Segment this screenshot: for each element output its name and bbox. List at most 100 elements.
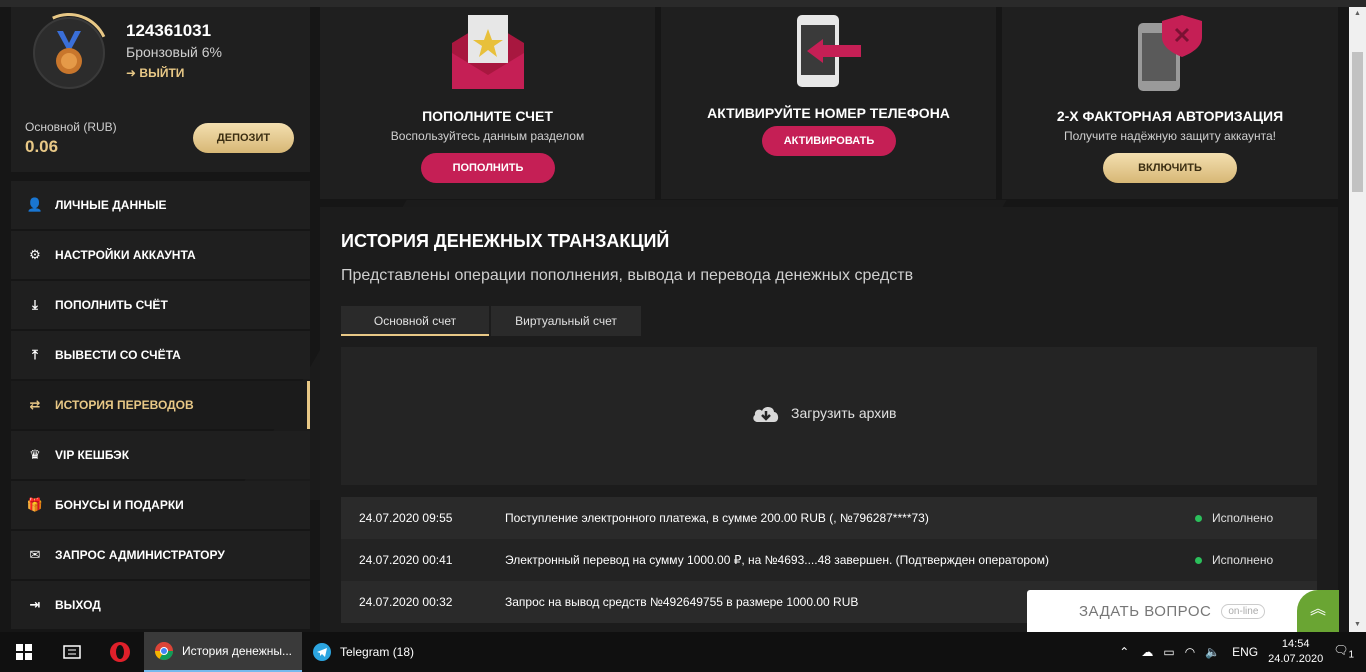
- status-dot: [1195, 514, 1202, 522]
- scroll-up-arrow-icon[interactable]: ▲: [1349, 7, 1366, 21]
- battery-icon[interactable]: ▭: [1163, 645, 1174, 659]
- upload-icon: ⤒: [32, 347, 38, 362]
- status-text: Исполнено: [1212, 511, 1274, 525]
- notification-count: 1: [1348, 649, 1354, 661]
- notifications-icon[interactable]: 🗨1: [1333, 643, 1354, 660]
- taskbar-app-label: Telegram (18): [340, 645, 415, 659]
- page-subtitle: Представлены операции пополнения, вывода…: [341, 267, 914, 284]
- sign-out-icon: ⇥: [29, 597, 41, 612]
- row-status: Исполнено: [1195, 511, 1317, 525]
- deposit-button[interactable]: ДЕПОЗИТ: [193, 123, 294, 153]
- windows-start-icon[interactable]: [0, 632, 48, 672]
- envelope-icon: ✉: [29, 547, 41, 562]
- exchange-icon: ⇄: [29, 397, 41, 412]
- profile-panel: 124361031 Бронзовый 6% ➜ ВЫЙТИ Основной …: [11, 1, 310, 172]
- table-row: 24.07.2020 09:55 Поступление электронног…: [341, 497, 1317, 539]
- chat-label: ЗАДАТЬ ВОПРОС: [1079, 602, 1212, 620]
- row-date: 24.07.2020 00:41: [359, 553, 453, 567]
- clock[interactable]: 14:54 24.07.2020: [1268, 637, 1323, 667]
- sidebar-item-bonuses[interactable]: 🎁 БОНУСЫ И ПОДАРКИ: [11, 481, 310, 529]
- phone-shield-icon: [1138, 15, 1202, 91]
- sidebar-item-deposit[interactable]: ⤓ ПОПОЛНИТЬ СЧЁТ: [11, 281, 310, 329]
- transaction-history-panel: ИСТОРИЯ ДЕНЕЖНЫХ ТРАНЗАКЦИЙ Представлены…: [320, 207, 1338, 632]
- card-title: 2-Х ФАКТОРНАЯ АВТОРИЗАЦИЯ: [1056, 108, 1284, 124]
- window-top-strip: [0, 0, 1366, 7]
- logout-label: ВЫЙТИ: [139, 66, 185, 80]
- balance-value: 0.06: [25, 137, 59, 156]
- user-level: Бронзовый 6%: [126, 44, 222, 60]
- sidebar-item-label: ПОПОЛНИТЬ СЧЁТ: [55, 298, 168, 312]
- ask-question-widget[interactable]: ЗАДАТЬ ВОПРОС on-line ︽: [1027, 590, 1339, 632]
- scroll-down-arrow-icon[interactable]: ▼: [1349, 618, 1366, 632]
- download-icon: ⤓: [32, 297, 38, 312]
- row-description: Электронный перевод на сумму 1000.00 ₽, …: [505, 553, 1049, 567]
- volume-icon[interactable]: 🔈: [1205, 645, 1220, 659]
- row-date: 24.07.2020 09:55: [359, 511, 453, 525]
- taskbar-app-browser[interactable]: История денежны...: [144, 632, 302, 672]
- sidebar-item-label: ВЫВЕСТИ СО СЧЁТА: [55, 348, 181, 362]
- sidebar-item-admin-request[interactable]: ✉ ЗАПРОС АДМИНИСТРАТОРУ: [11, 531, 310, 579]
- sidebar-item-label: ЗАПРОС АДМИНИСТРАТОРУ: [55, 548, 225, 562]
- sidebar-item-label: VIP КЕШБЭК: [55, 448, 130, 462]
- sidebar-item-label: ЛИЧНЫЕ ДАННЫЕ: [55, 198, 167, 212]
- card-top-up: ПОПОЛНИТЕ СЧЕТ Воспользуйтесь данным раз…: [320, 7, 655, 199]
- user-plus-icon: 👤: [26, 197, 44, 212]
- language-indicator[interactable]: ENG: [1232, 645, 1258, 659]
- clock-date: 24.07.2020: [1268, 653, 1324, 665]
- status-text: Исполнено: [1212, 553, 1274, 567]
- card-title: АКТИВИРУЙТЕ НОМЕР ТЕЛЕФОНА: [707, 105, 950, 121]
- card-subtitle: Воспользуйтесь данным разделом: [390, 129, 585, 143]
- telegram-icon: [313, 643, 331, 661]
- logout-icon: ➜: [126, 66, 137, 80]
- tab-main-account[interactable]: Основной счет: [341, 306, 489, 336]
- scrollbar-thumb[interactable]: [1352, 52, 1363, 192]
- medal-icon: [56, 31, 82, 74]
- sidebar-item-exit[interactable]: ⇥ ВЫХОД: [11, 581, 310, 629]
- cloud-download-icon: [753, 406, 779, 422]
- system-tray: ⌃ ☁ ▭ ◠ 🔈 ENG 14:54 24.07.2020 🗨1: [1119, 632, 1366, 672]
- wifi-icon[interactable]: ◠: [1185, 645, 1195, 659]
- card-activate-phone: АКТИВИРУЙТЕ НОМЕР ТЕЛЕФОНА АКТИВИРОВАТЬ: [661, 7, 996, 199]
- archive-label: Загрузить архив: [791, 405, 897, 421]
- table-row: 24.07.2020 00:41 Электронный перевод на …: [341, 539, 1317, 581]
- card-two-factor: 2-Х ФАКТОРНАЯ АВТОРИЗАЦИЯ Получите надёж…: [1002, 7, 1338, 199]
- sidebar-item-withdraw[interactable]: ⤒ ВЫВЕСТИ СО СЧЁТА: [11, 331, 310, 379]
- tab-virtual-account[interactable]: Виртуальный счет: [491, 306, 641, 336]
- phone-arrow-icon: [797, 15, 861, 87]
- task-view-icon[interactable]: [48, 632, 96, 672]
- sidebar-item-label: БОНУСЫ И ПОДАРКИ: [55, 498, 184, 512]
- row-status: Исполнено: [1195, 553, 1317, 567]
- clock-time: 14:54: [1281, 638, 1310, 650]
- top-up-button[interactable]: ПОПОЛНИТЬ: [421, 153, 555, 183]
- chevron-up-icon[interactable]: ⌃: [1119, 645, 1129, 659]
- page-scrollbar[interactable]: ▲ ▼: [1349, 7, 1366, 632]
- page-title: ИСТОРИЯ ДЕНЕЖНЫХ ТРАНЗАКЦИЙ: [341, 231, 670, 251]
- chrome-icon: [155, 642, 173, 661]
- chevron-up-icon[interactable]: ︽: [1297, 590, 1339, 632]
- download-archive-button[interactable]: Загрузить архив: [751, 403, 897, 423]
- logout-link[interactable]: ➜ ВЫЙТИ: [126, 66, 184, 80]
- sidebar-item-vip-cashback[interactable]: ♛ VIP КЕШБЭК: [11, 431, 310, 479]
- gift-icon: 🎁: [26, 497, 44, 512]
- cloud-icon[interactable]: ☁: [1141, 645, 1153, 659]
- chat-status-badge: on-line: [1221, 603, 1266, 619]
- balance-label: Основной (RUB): [25, 120, 117, 134]
- sidebar-item-label: ИСТОРИЯ ПЕРЕВОДОВ: [55, 398, 194, 412]
- row-description: Поступление электронного платежа, в сумм…: [505, 511, 929, 525]
- opera-icon[interactable]: [96, 632, 144, 672]
- enable-2fa-button[interactable]: ВКЛЮЧИТЬ: [1103, 153, 1237, 183]
- taskbar: История денежны... Telegram (18) ⌃ ☁ ▭ ◠…: [0, 632, 1366, 672]
- gears-icon: ⚙: [29, 247, 41, 262]
- crown-icon: ♛: [29, 447, 41, 462]
- taskbar-app-label: История денежны...: [182, 644, 292, 658]
- activate-button[interactable]: АКТИВИРОВАТЬ: [762, 126, 896, 156]
- card-subtitle: Получите надёжную защиту аккаунта!: [1063, 129, 1276, 143]
- sidebar-item-personal-data[interactable]: 👤 ЛИЧНЫЕ ДАННЫЕ: [11, 181, 310, 229]
- status-dot: [1195, 556, 1202, 564]
- taskbar-app-telegram[interactable]: Telegram (18): [302, 632, 424, 672]
- sidebar-item-account-settings[interactable]: ⚙ НАСТРОЙКИ АККАУНТА: [11, 231, 310, 279]
- archive-area: Загрузить архив: [341, 347, 1317, 485]
- sidebar-item-label: НАСТРОЙКИ АККАУНТА: [55, 248, 196, 262]
- sidebar-item-transfer-history[interactable]: ⇄ ИСТОРИЯ ПЕРЕВОДОВ: [11, 381, 310, 429]
- row-date: 24.07.2020 00:32: [359, 595, 453, 609]
